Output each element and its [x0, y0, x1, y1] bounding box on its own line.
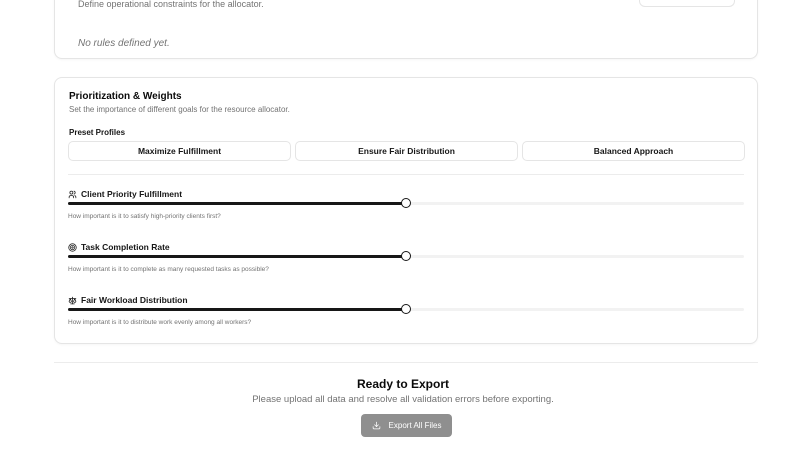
preset-maximize-fulfillment-button[interactable]: Maximize Fulfillment — [68, 141, 291, 161]
preset-profiles-label: Preset Profiles — [69, 128, 126, 137]
slider-fill — [68, 308, 406, 311]
target-icon — [68, 242, 77, 252]
weight-label: Fair Workload Distribution — [81, 295, 188, 305]
preset-balanced-button[interactable]: Balanced Approach — [522, 141, 745, 161]
divider — [68, 174, 744, 175]
weight-label: Task Completion Rate — [81, 242, 170, 252]
export-description: Please upload all data and resolve all v… — [252, 394, 554, 405]
slider-thumb[interactable] — [401, 251, 411, 261]
scale-icon — [68, 296, 77, 304]
task-completion-slider[interactable] — [68, 251, 744, 261]
users-icon — [68, 190, 77, 198]
weights-title: Prioritization & Weights — [69, 91, 182, 102]
weight-fair-workload: Fair Workload Distribution How important… — [68, 295, 744, 335]
divider — [54, 362, 758, 363]
weight-help: How important is it to distribute work e… — [68, 319, 252, 326]
download-icon — [372, 421, 380, 430]
prioritization-weights-card: Prioritization & Weights Set the importa… — [54, 77, 758, 344]
weight-client-priority: Client Priority Fulfillment How importan… — [68, 189, 744, 229]
weight-help: How important is it to complete as many … — [68, 266, 269, 273]
fair-workload-slider[interactable] — [68, 304, 744, 314]
weight-help: How important is it to satisfy high-prio… — [68, 213, 221, 220]
weights-subtitle: Set the importance of different goals fo… — [69, 105, 290, 114]
preset-fair-distribution-button[interactable]: Ensure Fair Distribution — [295, 141, 518, 161]
client-priority-slider[interactable] — [68, 198, 744, 208]
weight-task-completion: Task Completion Rate How important is it… — [68, 242, 744, 282]
rules-empty-state: No rules defined yet. — [78, 38, 170, 49]
export-title: Ready to Export — [356, 377, 449, 391]
slider-fill — [68, 255, 406, 258]
slider-thumb[interactable] — [401, 304, 411, 314]
slider-fill — [68, 202, 406, 205]
add-rule-button[interactable] — [639, 0, 735, 7]
export-button-label: Export All Files — [388, 421, 442, 430]
export-all-files-button[interactable]: Export All Files — [361, 414, 452, 437]
rules-description: Define operational constraints for the a… — [78, 0, 264, 9]
weight-label: Client Priority Fulfillment — [81, 189, 183, 199]
slider-thumb[interactable] — [401, 198, 411, 208]
business-rules-card: Define operational constraints for the a… — [54, 0, 758, 59]
